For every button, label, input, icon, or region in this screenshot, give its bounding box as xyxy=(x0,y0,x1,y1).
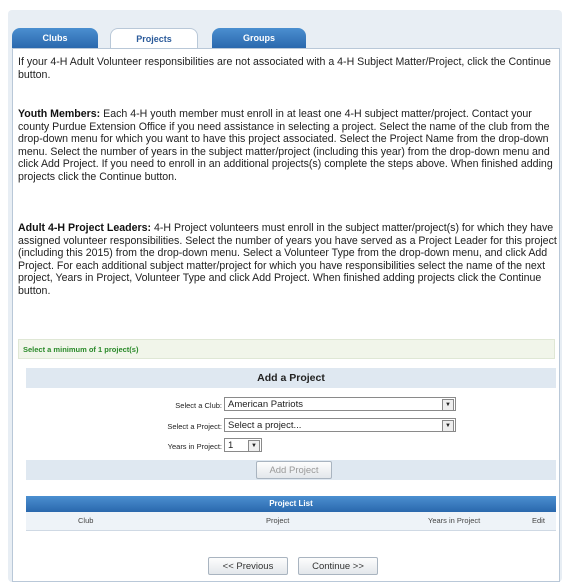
chevron-down-icon: ▼ xyxy=(442,420,454,432)
intro-text: If your 4-H Adult Volunteer responsibili… xyxy=(18,56,551,81)
years-select[interactable]: 1 ▼ xyxy=(224,438,262,452)
youth-members-heading: Youth Members: xyxy=(18,108,101,120)
years-label: Years in Project: xyxy=(167,442,222,451)
youth-members-section: Youth Members: Each 4-H youth member mus… xyxy=(18,108,558,184)
adult-leaders-section: Adult 4-H Project Leaders: 4-H Project v… xyxy=(18,222,558,298)
chevron-down-icon: ▼ xyxy=(442,399,454,411)
minimum-projects-notice: Select a minimum of 1 project(s) xyxy=(18,339,555,359)
column-years: Years in Project xyxy=(428,516,481,525)
continue-button[interactable]: Continue >> xyxy=(298,557,378,575)
project-select[interactable]: Select a project... ▼ xyxy=(224,418,456,432)
project-select-value: Select a project... xyxy=(228,420,302,431)
club-label: Select a Club: xyxy=(175,401,222,410)
add-project-button[interactable]: Add Project xyxy=(256,461,332,479)
add-project-header: Add a Project xyxy=(26,368,556,388)
adult-leaders-heading: Adult 4-H Project Leaders: xyxy=(18,222,152,234)
tab-clubs[interactable]: Clubs xyxy=(12,28,98,48)
tab-groups[interactable]: Groups xyxy=(212,28,306,48)
column-project: Project xyxy=(266,516,290,525)
chevron-down-icon: ▼ xyxy=(248,440,260,452)
column-edit: Edit xyxy=(532,516,545,525)
previous-button[interactable]: << Previous xyxy=(208,557,288,575)
club-select-value: American Patriots xyxy=(228,399,303,410)
tab-projects[interactable]: Projects xyxy=(110,28,198,50)
project-list-header: Project List xyxy=(26,496,556,512)
project-list-columns: Club Project Years in Project Edit xyxy=(26,512,556,531)
years-select-value: 1 xyxy=(228,440,234,451)
column-club: Club xyxy=(78,516,94,525)
club-select[interactable]: American Patriots ▼ xyxy=(224,397,456,411)
project-label: Select a Project: xyxy=(167,422,222,431)
